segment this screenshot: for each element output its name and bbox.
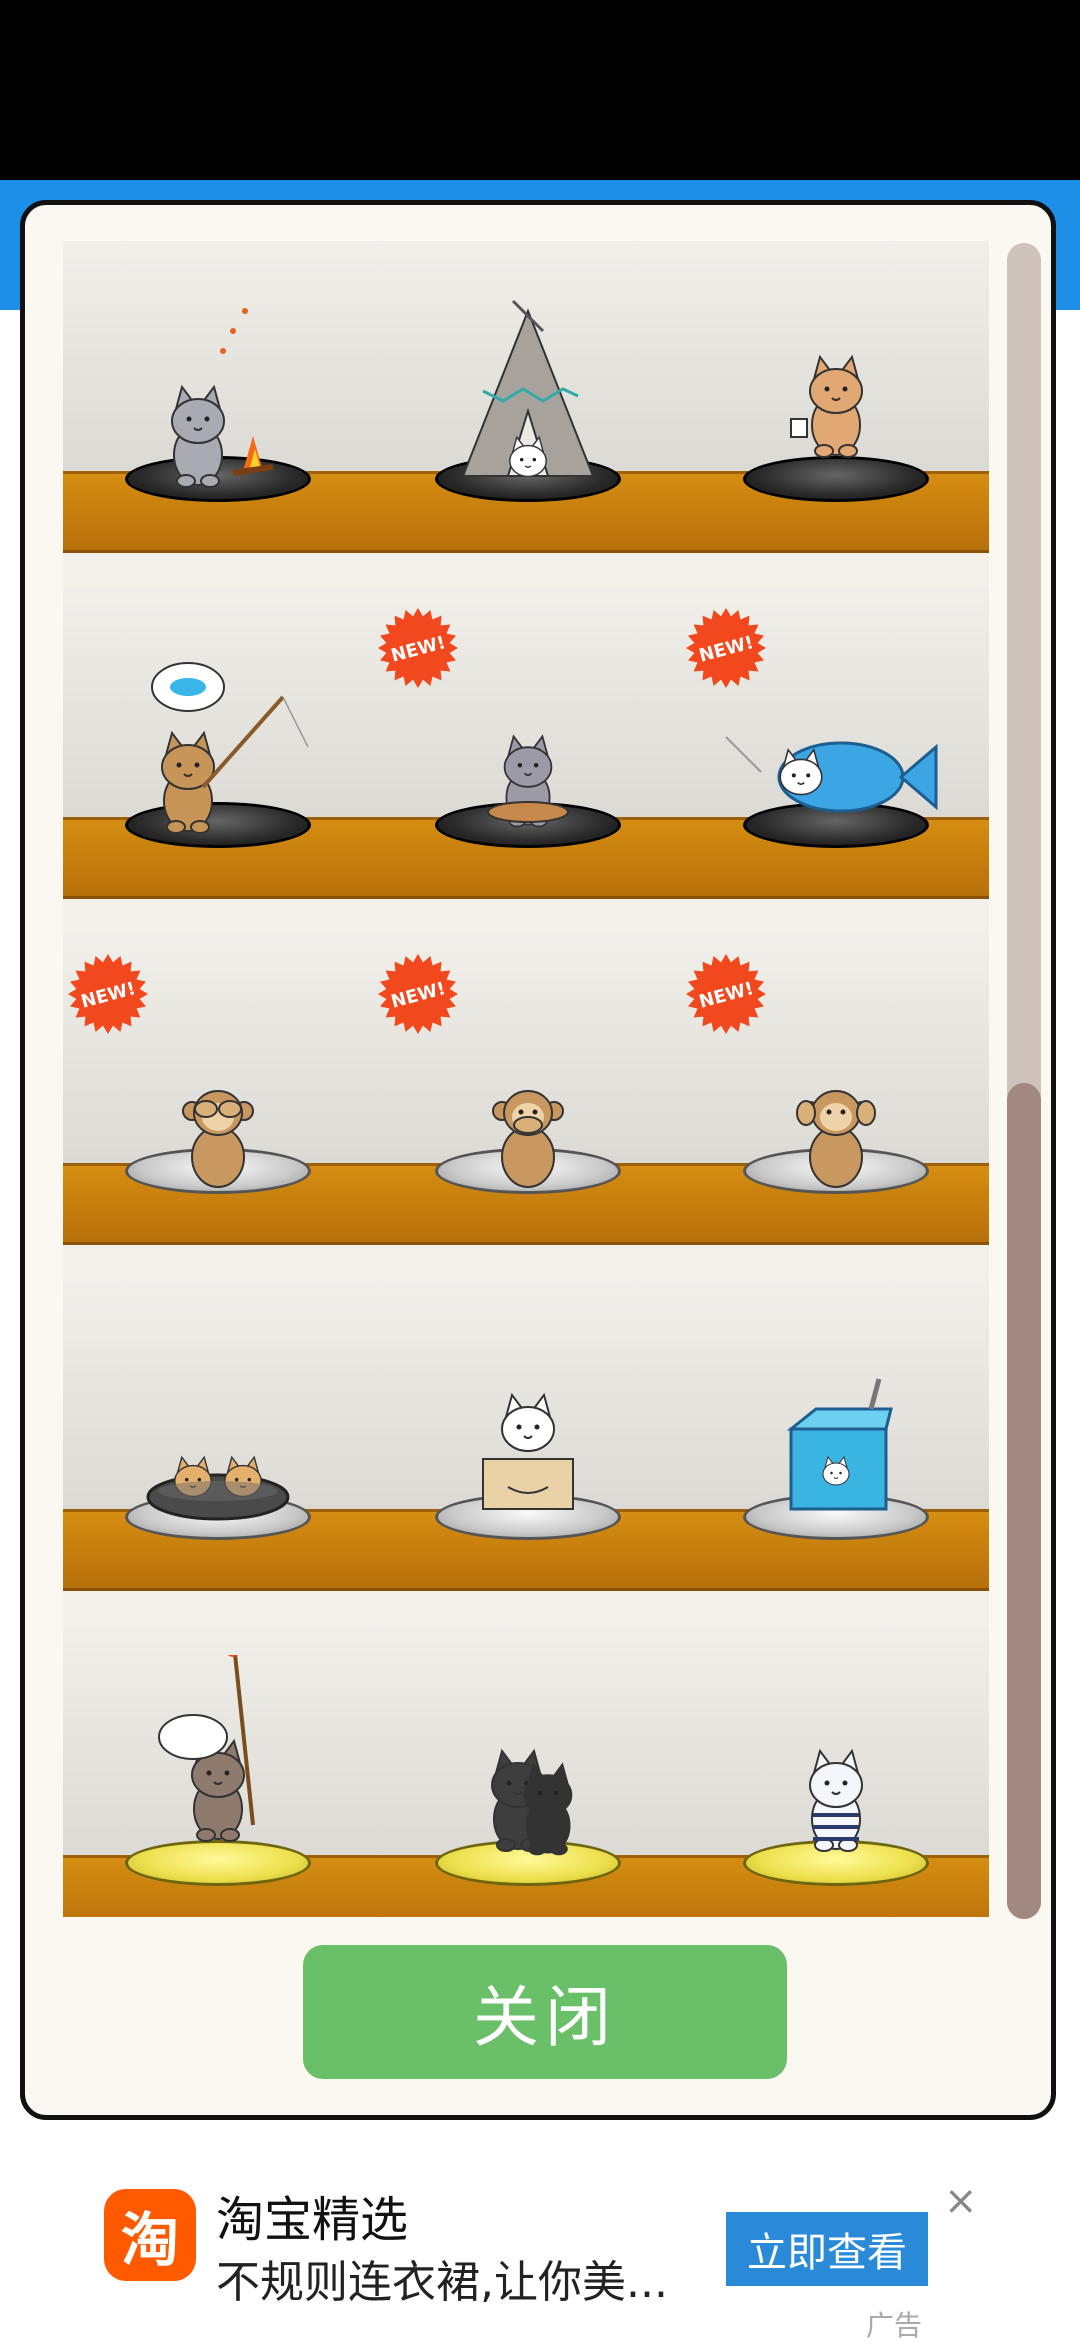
coffee-cat-figure <box>790 354 863 458</box>
new-badge-icon: NEW! <box>378 954 458 1034</box>
collection-item-campfire-cat[interactable] <box>63 241 363 553</box>
new-badge-icon: NEW! <box>378 608 458 688</box>
collection-item-tent-cat[interactable] <box>373 241 673 553</box>
collection-item-box-cat[interactable] <box>373 1279 673 1591</box>
collection-item-coffee-cat[interactable] <box>681 241 981 553</box>
ad-close-icon[interactable]: × <box>944 2178 978 2224</box>
black-cats-figure <box>491 1748 573 1856</box>
shelf-gap <box>63 899 989 933</box>
tent-cat-figure <box>461 299 595 478</box>
taobao-logo-icon: 淘 <box>104 2189 196 2281</box>
shelf-gap <box>63 1591 989 1625</box>
shelf-gap <box>63 1245 989 1279</box>
ad-banner[interactable]: 淘 淘宝精选 不规则连衣裙,让你美... 立即查看 × 广告 <box>0 2140 1080 2342</box>
collection-item-dining-cat[interactable]: NEW! <box>373 587 673 899</box>
ad-title: 淘宝精选 <box>216 2192 409 2248</box>
shelf-row: NEW! NEW! NEW! <box>63 933 989 1279</box>
collection-item-chef-cat[interactable] <box>63 1625 363 1917</box>
collection-item-fish-costume-cat[interactable]: NEW! <box>681 587 981 899</box>
new-badge-icon: NEW! <box>68 954 148 1034</box>
close-button[interactable]: 关闭 <box>303 1945 787 2079</box>
box-cat-figure <box>482 1392 574 1510</box>
fishing-cat-figure <box>151 662 309 834</box>
new-badge-icon: NEW! <box>686 954 766 1034</box>
collection-item-speak-no-evil-monkey[interactable]: NEW! <box>373 933 673 1245</box>
collection-item-black-cats[interactable] <box>373 1625 673 1917</box>
collection-item-fishing-cat[interactable] <box>63 587 363 899</box>
status-bar-area <box>0 0 1080 180</box>
scrollbar-thumb[interactable] <box>1007 1083 1041 1919</box>
collection-item-juice-box[interactable] <box>681 1279 981 1591</box>
collection-dialog: NEW! NEW! NEW! NEW! NEW! 关闭 <box>20 200 1056 2120</box>
chef-cat-figure <box>158 1655 255 1842</box>
ad-description: 不规则连衣裙,让你美... <box>216 2257 668 2308</box>
collection-item-see-no-evil-monkey[interactable]: NEW! <box>63 933 363 1245</box>
shelf-row <box>63 1625 989 1917</box>
shelf-row <box>63 1279 989 1625</box>
collection-item-striped-cat[interactable] <box>681 1625 981 1917</box>
juice-box-figure <box>786 1378 893 1511</box>
collection-item-hotpot-cats[interactable] <box>63 1279 363 1591</box>
collection-item-hear-no-evil-monkey[interactable]: NEW! <box>681 933 981 1245</box>
campfire-cat-figure <box>171 308 274 488</box>
ad-label: 广告 <box>866 2309 923 2342</box>
shelf-row <box>63 241 989 587</box>
collection-shelves[interactable]: NEW! NEW! NEW! NEW! NEW! <box>63 241 989 1917</box>
ad-view-button[interactable]: 立即查看 <box>726 2212 928 2286</box>
shelf-gap <box>63 553 989 587</box>
new-badge-icon: NEW! <box>686 608 766 688</box>
hotpot-cats-figure <box>146 1455 290 1521</box>
striped-cat-figure <box>809 1748 863 1852</box>
shelf-row: NEW! NEW! <box>63 587 989 933</box>
